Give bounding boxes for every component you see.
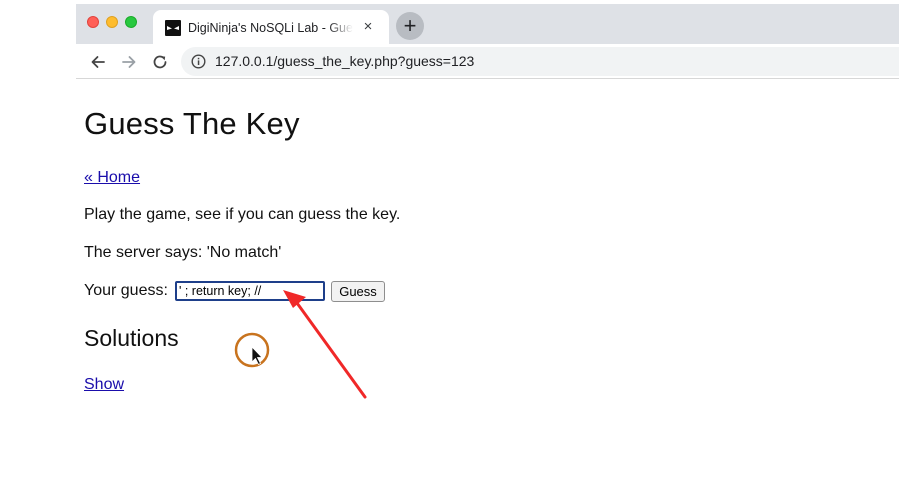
arrow-right-icon[interactable]	[119, 52, 139, 72]
window-minimize-button[interactable]	[106, 16, 118, 28]
tab-strip: DigiNinja's NoSQLi Lab - Guess the Key ×…	[76, 4, 899, 44]
page-title: Guess The Key	[84, 106, 300, 141]
window-close-button[interactable]	[87, 16, 99, 28]
window-maximize-button[interactable]	[125, 16, 137, 28]
show-solutions-link[interactable]: Show	[84, 376, 124, 394]
guess-label: Your guess:	[84, 282, 168, 299]
tab-title: DigiNinja's NoSQLi Lab - Guess the Key	[188, 21, 353, 35]
info-icon[interactable]	[191, 54, 206, 69]
browser-toolbar: 127.0.0.1/guess_the_key.php?guess=123	[76, 44, 899, 79]
arrow-left-icon[interactable]	[88, 52, 108, 72]
page-content: Guess The Key « Home Play the game, see …	[84, 79, 899, 482]
ninja-favicon-icon	[165, 20, 181, 36]
solutions-heading: Solutions	[84, 325, 179, 351]
left-gutter	[0, 0, 76, 482]
server-message: The server says: 'No match'	[84, 244, 282, 261]
address-bar[interactable]: 127.0.0.1/guess_the_key.php?guess=123	[181, 47, 899, 76]
home-link[interactable]: « Home	[84, 169, 140, 187]
url-text[interactable]: 127.0.0.1/guess_the_key.php?guess=123	[215, 52, 474, 70]
guess-input[interactable]	[175, 281, 325, 301]
browser-tab-active[interactable]: DigiNinja's NoSQLi Lab - Guess the Key ×	[153, 10, 389, 44]
intro-text: Play the game, see if you can guess the …	[84, 206, 401, 223]
reload-icon[interactable]	[150, 52, 170, 72]
new-tab-button[interactable]: +	[396, 12, 424, 40]
browser-window: DigiNinja's NoSQLi Lab - Guess the Key ×…	[76, 4, 899, 482]
guess-button[interactable]: Guess	[331, 281, 385, 302]
tab-close-icon[interactable]: ×	[359, 18, 377, 36]
